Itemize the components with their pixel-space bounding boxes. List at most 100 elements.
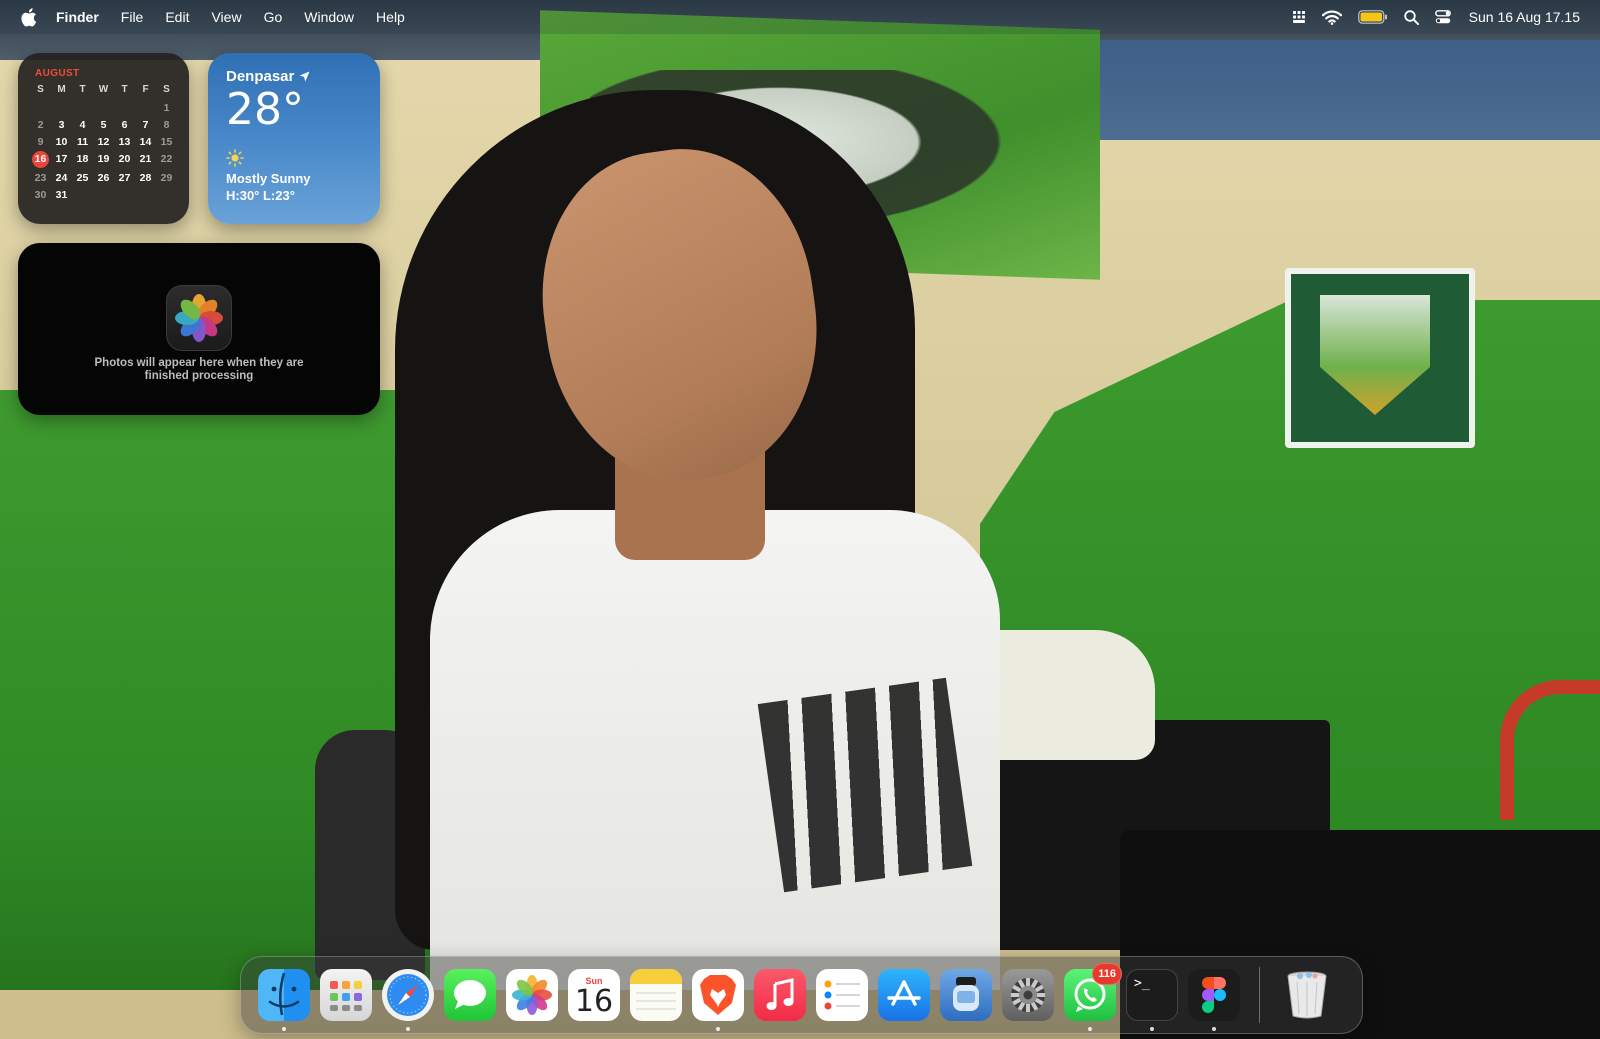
dock-notes[interactable] [630, 969, 682, 1021]
calendar-grid: S M T W T F S 1 2 3 4 5 6 7 8 9 10 11 12… [30, 84, 177, 202]
notification-badge: 116 [1092, 963, 1122, 985]
calendar-day [72, 189, 93, 202]
calendar-day: 27 [118, 172, 131, 184]
calendar-day: 20 [118, 153, 131, 165]
calendar-day: 8 [163, 119, 170, 131]
weather-widget[interactable]: Denpasar 28° Mostly Sunny H:30° L:23° [208, 53, 380, 224]
calendar-day: 22 [160, 153, 173, 165]
calendar-day: 31 [55, 189, 68, 201]
dock-app-store[interactable] [878, 969, 930, 1021]
calendar-day: 1 [163, 102, 170, 114]
dock-brave[interactable] [692, 969, 744, 1031]
search-icon[interactable] [1403, 7, 1419, 27]
app-store-icon [878, 969, 930, 1021]
calendar-day: 23 [34, 172, 47, 184]
running-indicator [1212, 1027, 1216, 1031]
dock-figma[interactable] [1188, 969, 1240, 1031]
running-indicator [1150, 1027, 1154, 1031]
calendar-day: 2 [37, 119, 44, 131]
calendar-day [72, 102, 93, 115]
reminders-icon [816, 969, 868, 1021]
calendar-day [93, 102, 114, 115]
messages-icon [444, 969, 496, 1021]
menu-go[interactable]: Go [264, 9, 283, 25]
calendar-day [30, 102, 51, 115]
calendar-day [93, 189, 114, 202]
calendar-day [51, 102, 72, 115]
dock-photos[interactable] [506, 969, 558, 1021]
trash-icon [1281, 969, 1333, 1021]
calendar-weekday: F [142, 84, 149, 95]
calendar-day [135, 102, 156, 115]
calendar-weekday: S [163, 84, 170, 95]
calendar-day [114, 189, 135, 202]
control-center-icon[interactable] [1434, 7, 1451, 27]
preview-icon [940, 969, 992, 1021]
brave-icon [692, 969, 744, 1021]
location-arrow-icon [299, 71, 310, 82]
calendar-day: 25 [76, 172, 89, 184]
dock-whatsapp[interactable]: 116 [1064, 963, 1122, 1031]
terminal-prompt-glyph: >_ [1134, 976, 1150, 991]
calendar-day: 7 [142, 119, 149, 131]
photos-widget[interactable]: Photos will appear here when they are fi… [18, 243, 380, 415]
photos-icon [506, 969, 558, 1021]
calendar-day: 29 [160, 172, 173, 184]
launchpad-icon [320, 969, 372, 1021]
dock-terminal[interactable]: >_ [1126, 969, 1178, 1031]
calendar-widget[interactable]: AUGUST S M T W T F S 1 2 3 4 5 6 7 8 9 1… [18, 53, 189, 224]
calendar-day: 11 [76, 136, 89, 148]
menu-view[interactable]: View [211, 9, 241, 25]
dock-system-settings[interactable] [1002, 969, 1054, 1021]
dock-reminders[interactable] [816, 969, 868, 1021]
menu-bar-clock[interactable]: Sun 16 Aug 17.15 [1469, 9, 1580, 25]
calendar-day: 21 [139, 153, 152, 165]
calendar-day: 17 [55, 153, 68, 165]
menu-edit[interactable]: Edit [165, 9, 189, 25]
calendar-day: 30 [34, 189, 47, 201]
menu-window[interactable]: Window [304, 9, 354, 25]
weather-city: Denpasar [226, 68, 295, 85]
menu-file[interactable]: File [121, 9, 144, 25]
weather-high-low: H:30° L:23° [226, 188, 295, 203]
terminal-icon: >_ [1126, 969, 1178, 1021]
dock-safari[interactable] [382, 969, 434, 1031]
calendar-day: 12 [97, 136, 110, 148]
calendar-day: 26 [97, 172, 110, 184]
menu-bar-left: Finder File Edit View Go Window Help [20, 8, 427, 27]
menu-app-name[interactable]: Finder [56, 9, 99, 25]
calendar-day: 4 [79, 119, 86, 131]
menu-help[interactable]: Help [376, 9, 405, 25]
calendar-day [156, 189, 177, 202]
dock-finder[interactable] [258, 969, 310, 1031]
dock-preview[interactable] [940, 969, 992, 1021]
dock: Sun 16 116 >_ [240, 956, 1363, 1034]
wifi-icon[interactable] [1321, 7, 1342, 27]
dock-launchpad[interactable] [320, 969, 372, 1021]
calendar-day: 19 [97, 153, 110, 165]
calendar-day: 3 [58, 119, 65, 131]
dock-messages[interactable] [444, 969, 496, 1021]
wallpaper-blue-wall [1100, 40, 1600, 140]
calendar-icon: Sun 16 [568, 969, 620, 1021]
menu-bar-right: Sun 16 Aug 17.15 [1276, 7, 1580, 27]
sun-icon [226, 149, 362, 167]
weather-condition: Mostly Sunny [226, 171, 311, 186]
battery-icon[interactable] [1357, 7, 1388, 27]
wallpaper-red-chair [1500, 680, 1600, 820]
dock-calendar[interactable]: Sun 16 [568, 969, 620, 1021]
calendar-weekday: S [37, 84, 44, 95]
dock-music[interactable] [754, 969, 806, 1021]
safari-icon [382, 969, 434, 1021]
dock-trash[interactable] [1281, 969, 1333, 1021]
running-indicator [1088, 1027, 1092, 1031]
weather-temperature: 28° [226, 84, 304, 135]
finder-icon [258, 969, 310, 1021]
system-settings-icon [1002, 969, 1054, 1021]
apple-logo-icon[interactable] [20, 8, 38, 27]
calendar-day: 9 [37, 136, 44, 148]
running-indicator [282, 1027, 286, 1031]
dock-separator [1259, 967, 1260, 1023]
calendar-day: 6 [121, 119, 128, 131]
keyboard-icon[interactable] [1292, 7, 1306, 27]
